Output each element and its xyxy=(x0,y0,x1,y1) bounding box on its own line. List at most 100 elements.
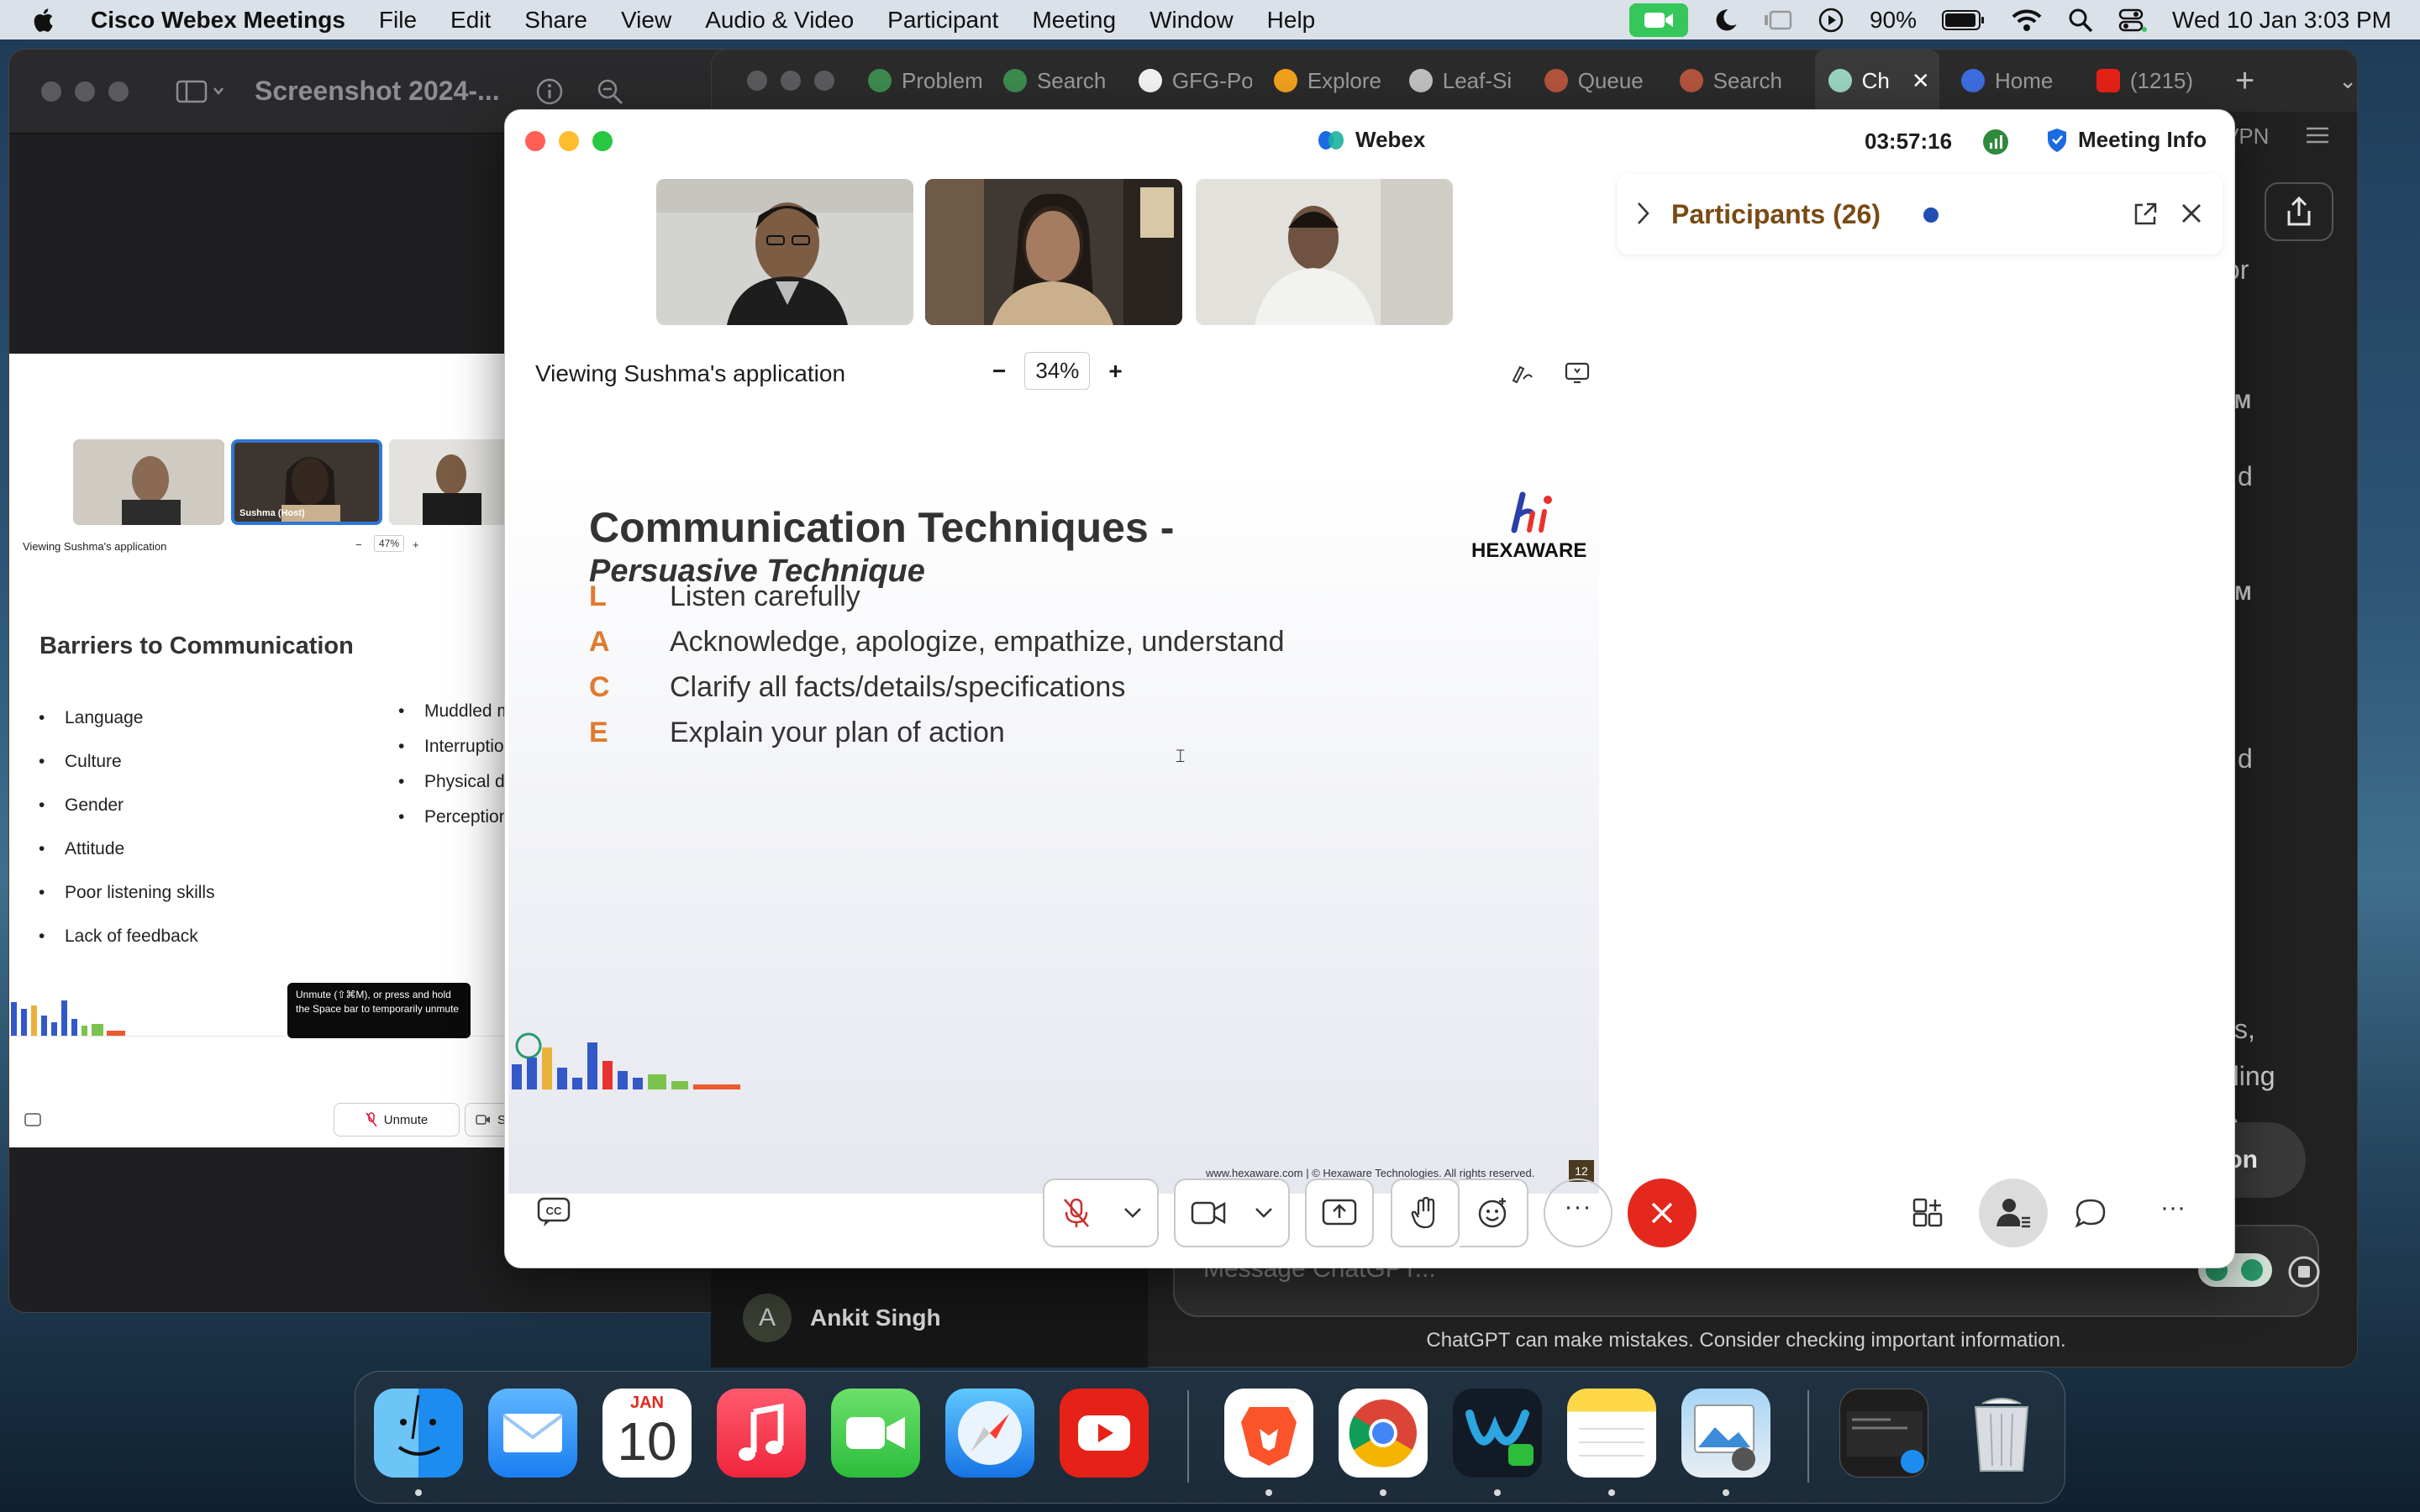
brave-browser-icon[interactable] xyxy=(1224,1389,1313,1478)
minimize-window-button[interactable] xyxy=(75,81,95,102)
more-options-button[interactable]: ··· xyxy=(1544,1179,1612,1247)
hamburger-menu-icon[interactable] xyxy=(2305,125,2330,145)
do-not-disturb-moon-icon[interactable] xyxy=(1713,8,1739,33)
finder-icon[interactable] xyxy=(374,1389,463,1478)
leave-meeting-button[interactable] xyxy=(1628,1179,1697,1247)
minimize-window-button[interactable] xyxy=(781,71,801,91)
browser-tab[interactable]: Explore xyxy=(1273,68,1387,94)
spotlight-search-icon[interactable] xyxy=(2068,8,2093,33)
participants-toggle-button[interactable] xyxy=(1979,1179,2048,1247)
zoom-minus[interactable]: − xyxy=(355,538,362,551)
participant-video-tile[interactable] xyxy=(925,179,1182,325)
browser-tab[interactable]: Home xyxy=(1960,68,2075,94)
browser-tab[interactable]: Queue xyxy=(1544,68,1658,94)
sidebar-user-profile[interactable]: A Ankit Singh xyxy=(711,1268,1148,1368)
menu-bar-clock[interactable]: Wed 10 Jan 3:03 PM xyxy=(2172,7,2391,34)
participants-panel-header[interactable]: Participants (26) xyxy=(1618,174,2223,255)
zoom-window-button[interactable] xyxy=(108,81,129,102)
now-playing-icon[interactable] xyxy=(1818,7,1844,34)
chrome-icon[interactable] xyxy=(1339,1389,1428,1478)
youtube-icon[interactable] xyxy=(1060,1389,1149,1478)
unmute-button[interactable]: Unmute xyxy=(334,1103,460,1137)
calendar-icon[interactable]: JAN 10 xyxy=(602,1389,692,1478)
webex-meeting-window[interactable]: Webex 03:57:16 Meeting Info Viewing Sush… xyxy=(504,109,2235,1268)
chat-text-fragment: d xyxy=(2238,461,2253,491)
menu-meeting[interactable]: Meeting xyxy=(1032,7,1116,34)
stop-generating-icon[interactable] xyxy=(2287,1255,2321,1289)
apple-icon[interactable] xyxy=(30,6,59,34)
safari-icon[interactable] xyxy=(945,1389,1034,1478)
chevron-down-icon[interactable] xyxy=(1255,1207,1273,1219)
browser-tab[interactable]: GFG-Po xyxy=(1138,68,1252,94)
participants-title[interactable]: Participants (26) xyxy=(1671,199,1881,230)
closed-captions-icon[interactable]: CC xyxy=(537,1197,571,1227)
tab-list-chevron-icon[interactable]: ⌄ xyxy=(2338,68,2357,94)
reactions-button[interactable] xyxy=(1460,1179,1528,1247)
browser-tab[interactable]: Search xyxy=(1002,68,1117,94)
music-icon[interactable] xyxy=(717,1389,806,1478)
stage-manager-icon[interactable] xyxy=(1764,8,1792,33)
annotate-pen-icon[interactable] xyxy=(1510,360,1535,386)
raise-hand-button[interactable] xyxy=(1391,1179,1460,1247)
share-button[interactable] xyxy=(2265,182,2333,241)
mail-icon[interactable] xyxy=(488,1389,577,1478)
network-quality-icon[interactable] xyxy=(1982,129,2009,155)
camera-in-use-icon[interactable] xyxy=(1628,3,1688,37)
close-window-button[interactable] xyxy=(41,81,61,102)
zoom-plus[interactable]: + xyxy=(413,538,419,551)
menu-view[interactable]: View xyxy=(621,7,671,34)
browser-tab[interactable]: Problem xyxy=(868,68,981,94)
browser-tab-active[interactable]: Ch ✕ xyxy=(1814,50,1939,112)
close-panel-icon[interactable] xyxy=(2181,202,2202,224)
zoom-out-icon[interactable] xyxy=(596,77,624,106)
preview-app-icon[interactable] xyxy=(1681,1389,1770,1478)
share-screen-button[interactable] xyxy=(1305,1179,1374,1247)
facetime-icon[interactable] xyxy=(831,1389,920,1478)
battery-icon[interactable] xyxy=(1942,9,1986,31)
webex-app-icon[interactable] xyxy=(1453,1389,1542,1478)
sidebar-toggle-icon[interactable] xyxy=(176,79,226,104)
new-tab-icon[interactable]: + xyxy=(2235,62,2254,100)
minimize-window-button[interactable] xyxy=(559,131,579,151)
minimized-window-thumbnail[interactable] xyxy=(1839,1389,1928,1478)
control-center-icon[interactable] xyxy=(2118,8,2148,33)
webex-titlebar[interactable]: Webex 03:57:16 Meeting Info xyxy=(505,110,2234,172)
trash-icon[interactable] xyxy=(1957,1389,2046,1478)
captions-icon[interactable] xyxy=(24,1113,41,1128)
menu-window[interactable]: Window xyxy=(1150,7,1234,34)
mute-button[interactable] xyxy=(1043,1179,1159,1247)
meeting-info-button[interactable]: Meeting Info xyxy=(2046,127,2207,153)
pop-out-icon[interactable] xyxy=(2132,201,2159,228)
participant-video-tile[interactable] xyxy=(1196,179,1453,325)
video-button[interactable] xyxy=(1174,1179,1290,1247)
wifi-icon[interactable] xyxy=(2011,8,2043,33)
zoom-level-field[interactable]: 34% xyxy=(1024,352,1091,390)
participant-video-tile[interactable] xyxy=(656,179,913,325)
chevron-right-icon[interactable] xyxy=(1636,201,1651,226)
apps-grid-icon[interactable] xyxy=(1912,1197,1944,1229)
menu-edit[interactable]: Edit xyxy=(450,7,491,34)
close-window-button[interactable] xyxy=(747,71,767,91)
chevron-down-icon[interactable] xyxy=(1123,1207,1142,1219)
browser-tab[interactable]: Search xyxy=(1679,68,1793,94)
close-tab-icon[interactable]: ✕ xyxy=(1912,68,1930,94)
view-options-icon[interactable] xyxy=(1564,360,1591,386)
menu-audio-video[interactable]: Audio & Video xyxy=(705,7,854,34)
menu-participant[interactable]: Participant xyxy=(887,7,998,34)
menu-help[interactable]: Help xyxy=(1267,7,1316,34)
notes-icon[interactable] xyxy=(1567,1389,1656,1478)
browser-tab[interactable]: Leaf-Si xyxy=(1408,68,1523,94)
zoom-window-button[interactable] xyxy=(814,71,834,91)
app-name-menu[interactable]: Cisco Webex Meetings xyxy=(91,7,345,34)
zoom-value[interactable]: 47% xyxy=(374,535,405,552)
zoom-out-button[interactable]: − xyxy=(992,358,1006,385)
browser-tab[interactable]: (1215) xyxy=(2096,68,2210,94)
zoom-in-button[interactable]: + xyxy=(1108,358,1122,385)
info-icon[interactable] xyxy=(535,77,564,106)
more-panels-icon[interactable]: ··· xyxy=(2160,1194,2186,1222)
menu-file[interactable]: File xyxy=(379,7,417,34)
close-window-button[interactable] xyxy=(525,131,545,151)
chat-bubble-icon[interactable] xyxy=(2075,1197,2107,1229)
zoom-window-button[interactable] xyxy=(592,131,613,151)
menu-share[interactable]: Share xyxy=(524,7,587,34)
